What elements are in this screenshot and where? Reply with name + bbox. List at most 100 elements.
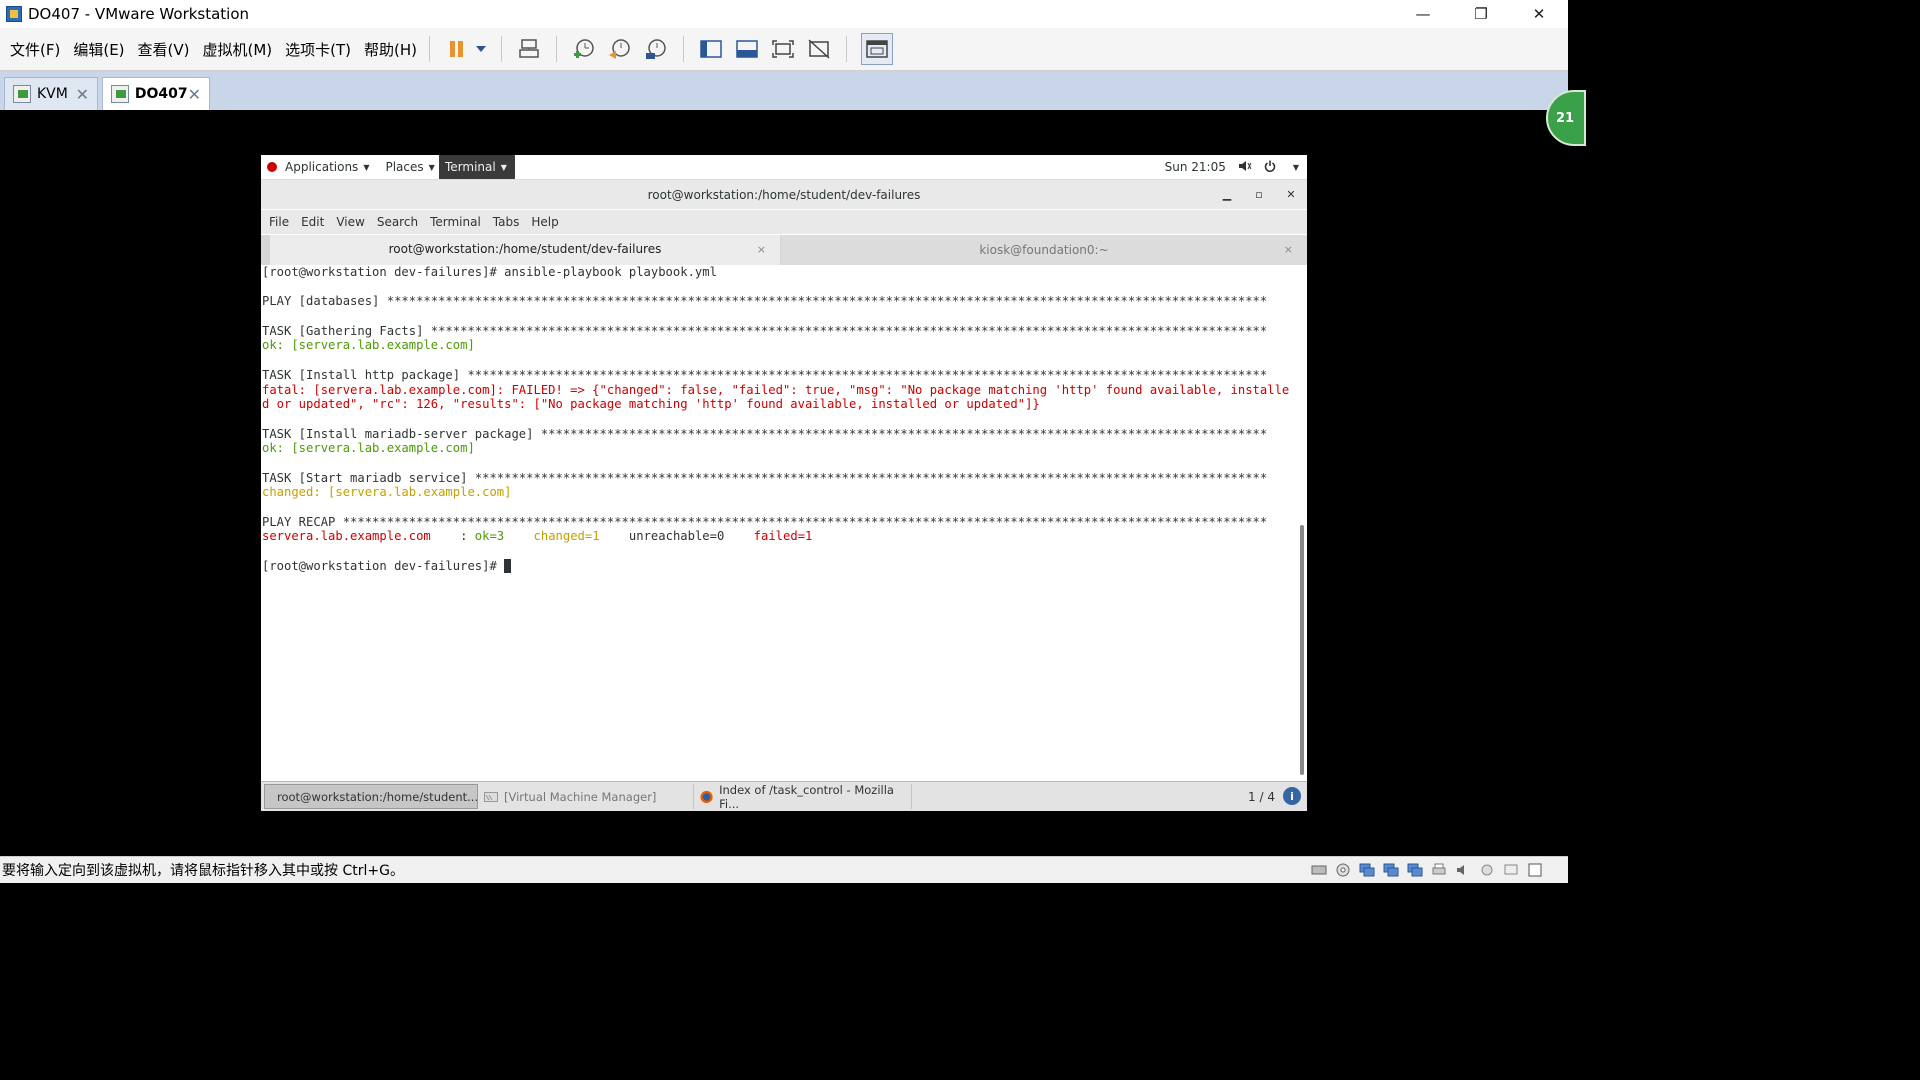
sound-icon[interactable] [1454, 861, 1472, 879]
tab-do407[interactable]: DO407 ✕ [102, 77, 210, 110]
close-button[interactable]: ✕ [1510, 0, 1568, 28]
close-icon[interactable]: × [757, 243, 766, 256]
gnome-top-bar: Applications ▼ Places ▼ Terminal ▼ Sun 21:0… [261, 155, 1307, 180]
power-icon[interactable] [1264, 160, 1276, 175]
menu-edit[interactable]: 编辑(E) [73, 39, 124, 60]
vm-statusbar: 要将输入定向到该虚拟机，请将鼠标指针移入其中或按 Ctrl+G。 [0, 856, 1568, 883]
thumbnail-view-icon[interactable] [861, 33, 894, 65]
guest-screen[interactable]: Applications ▼ Places ▼ Terminal ▼ Sun 21:0… [261, 155, 1307, 811]
menu-toolbar: 文件(F) 编辑(E) 查看(V) 虚拟机(M) 选项卡(T) 帮助(H) [0, 28, 1568, 71]
snapshot-take-icon[interactable] [571, 36, 597, 62]
snapshot-revert-icon[interactable] [607, 36, 633, 62]
usb-icon[interactable] [1478, 861, 1496, 879]
unity-icon[interactable] [806, 36, 832, 62]
system-menu-caret-icon[interactable]: ▼ [1293, 163, 1299, 172]
guest-window-list: root@workstation:/home/student... [Virtu… [261, 781, 1307, 811]
recap-unreachable: unreachable=0 [628, 529, 725, 544]
scrollbar-thumb[interactable] [1300, 525, 1304, 775]
taskbar-item-virt-manager[interactable]: [Virtual Machine Manager] [478, 784, 694, 809]
menu-help[interactable]: 帮助(H) [364, 39, 417, 60]
recap-failed: failed=1 [753, 529, 813, 544]
term-menu-view[interactable]: View [336, 215, 364, 229]
printer-icon[interactable] [1430, 861, 1448, 879]
menu-vm[interactable]: 虚拟机(M) [203, 39, 273, 60]
tab-kvm[interactable]: KVM ✕ [4, 77, 98, 110]
terminal-line: ok: [servera.lab.example.com] [262, 338, 475, 353]
terminal-tab-kiosk[interactable]: kiosk@foundation0:~ × [781, 235, 1307, 265]
info-icon[interactable]: i [1283, 787, 1301, 805]
taskbar-item-firefox[interactable]: Index of /task_control - Mozilla Fi... [694, 782, 912, 811]
terminal-app-menu[interactable]: Terminal ▼ [439, 155, 515, 179]
prompt: [root@workstation dev-failures]# [262, 558, 505, 573]
term-menu-help[interactable]: Help [531, 215, 558, 229]
places-menu[interactable]: Places ▼ [385, 160, 434, 174]
sidebar-toggle-icon[interactable] [698, 36, 724, 62]
snapshot-manager-icon[interactable] [643, 36, 669, 62]
fullscreen-icon[interactable] [770, 36, 796, 62]
restore-button[interactable]: ❐ [1452, 0, 1510, 28]
terminal-tab-root[interactable]: root@workstation:/home/student/dev-failu… [270, 235, 780, 265]
terminal-title: root@workstation:/home/student/dev-failu… [647, 187, 921, 202]
toolbar-separator [556, 36, 558, 62]
workspace-pager[interactable]: 1 / 4 [1248, 782, 1275, 811]
window-title: DO407 - VMware Workstation [28, 5, 250, 23]
menu-view[interactable]: 查看(V) [138, 39, 190, 60]
clock[interactable]: Sun 21:05 [1165, 160, 1226, 174]
close-icon[interactable]: ✕ [188, 85, 201, 104]
close-icon[interactable]: ✕ [76, 85, 89, 104]
close-icon[interactable]: × [1284, 243, 1293, 256]
terminal-line: TASK [Start mariadb service] ***********… [262, 470, 1268, 485]
recap-host: servera.lab.example.com [262, 529, 431, 544]
term-menu-tabs[interactable]: Tabs [493, 215, 520, 229]
dropdown-icon[interactable] [475, 36, 487, 62]
redhat-logo-icon [267, 162, 277, 172]
term-menu-terminal[interactable]: Terminal [430, 215, 481, 229]
taskbar-item-terminal[interactable]: root@workstation:/home/student... [264, 784, 478, 809]
terminal-menubar: File Edit View Search Terminal Tabs Help [261, 210, 1307, 234]
toolbar-separator [683, 36, 685, 62]
firefox-icon [700, 790, 713, 803]
cd-dvd-icon[interactable] [1334, 861, 1352, 879]
message-log-icon[interactable] [1526, 861, 1544, 879]
virt-manager-icon [484, 791, 498, 802]
menu-tabs[interactable]: 选项卡(T) [285, 39, 351, 60]
terminal-scrollbar[interactable] [1297, 265, 1307, 781]
taskbar-item-label: root@workstation:/home/student... [277, 789, 479, 804]
pause-icon[interactable] [444, 36, 470, 62]
network-adapter-icon[interactable] [1406, 861, 1424, 879]
minimize-button[interactable]: — [1394, 0, 1452, 28]
toolbar-separator [501, 36, 503, 62]
applications-menu[interactable]: Applications ▼ [285, 160, 369, 174]
terminal-line: PLAY RECAP *****************************… [262, 514, 1268, 529]
volume-icon[interactable] [1238, 160, 1252, 175]
window-titlebar: DO407 - VMware Workstation — ❐ ✕ [0, 0, 1568, 28]
network-adapter-icon[interactable] [1382, 861, 1400, 879]
vmware-app-icon [6, 6, 22, 22]
display-icon[interactable] [1502, 861, 1520, 879]
terminal-output[interactable]: [root@workstation dev-failures]# ansible… [261, 265, 1297, 781]
taskbar-item-label: Index of /task_control - Mozilla Fi... [719, 782, 894, 811]
menu-file[interactable]: 文件(F) [10, 39, 60, 60]
terminal-line: [root@workstation dev-failures]# ansible… [262, 265, 717, 279]
console-view-icon[interactable] [734, 36, 760, 62]
status-hint: 要将输入定向到该虚拟机，请将鼠标指针移入其中或按 Ctrl+G。 [2, 863, 404, 879]
network-adapter-icon[interactable] [1358, 861, 1376, 879]
terminal-maximize-icon[interactable]: ▫ [1243, 180, 1275, 209]
terminal-line: TASK [Gathering Facts] *****************… [262, 323, 1268, 338]
term-menu-search[interactable]: Search [377, 215, 418, 229]
term-menu-edit[interactable]: Edit [301, 215, 324, 229]
terminal-close-icon[interactable]: ✕ [1275, 180, 1307, 209]
toolbar-separator [846, 36, 848, 62]
term-menu-file[interactable]: File [269, 215, 289, 229]
send-keys-icon[interactable] [516, 36, 542, 62]
prompt-line: [root@workstation dev-failures]# [261, 559, 1297, 574]
terminal-tab-label: root@workstation:/home/student/dev-failu… [388, 242, 662, 256]
terminal-line: changed: [servera.lab.example.com] [262, 485, 512, 500]
hard-disk-icon[interactable] [1310, 861, 1328, 879]
terminal-minimize-icon[interactable]: ▁ [1211, 180, 1243, 209]
vm-tab-bar: KVM ✕ DO407 ✕ [0, 71, 1568, 110]
tab-label: KVM [37, 86, 68, 102]
